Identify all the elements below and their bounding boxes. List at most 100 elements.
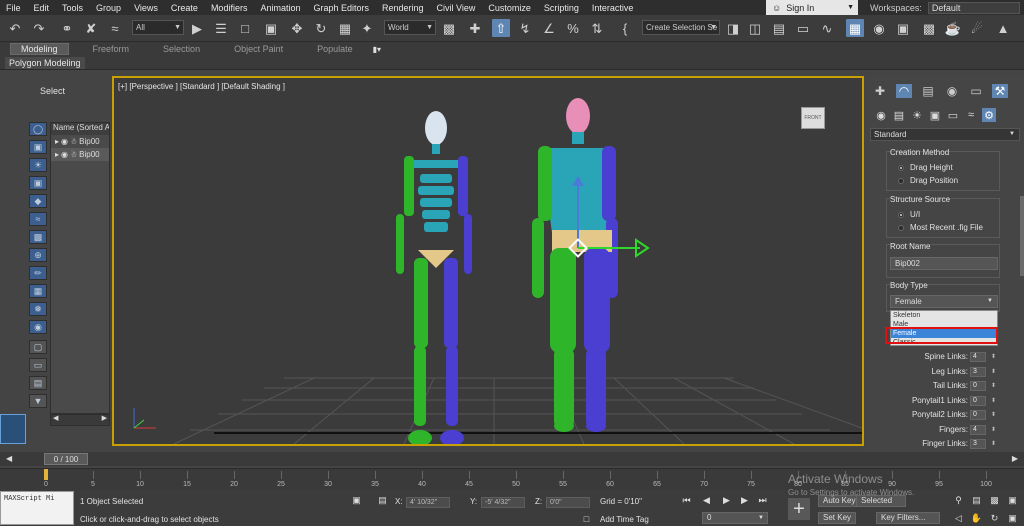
menu-item[interactable]: Group — [90, 3, 128, 13]
menu-item[interactable]: Graph Editors — [307, 3, 376, 13]
percent-snap-icon[interactable]: % — [564, 19, 582, 37]
x-coordinate[interactable]: 4' 10/32" — [406, 497, 450, 508]
invert-display-icon[interactable]: ▭ — [29, 358, 47, 372]
display-lights-icon[interactable]: ☀ — [29, 158, 47, 172]
ribbon-tab[interactable]: Object Paint — [224, 44, 293, 54]
render-setup-icon[interactable]: ▣ — [894, 19, 912, 37]
drag-height-radio[interactable] — [898, 165, 904, 171]
ribbon-tab[interactable]: Populate — [307, 44, 363, 54]
display-shapes-icon[interactable]: ▣ — [29, 140, 47, 154]
bind-space-warp-icon[interactable]: ≈ — [106, 19, 124, 37]
spinner-arrows-icon[interactable]: ⬍ — [991, 353, 996, 360]
lights-icon[interactable]: ☀ — [910, 108, 924, 122]
category-dropdown[interactable]: Standard ▼ — [870, 128, 1020, 141]
display-spacewarps-icon[interactable]: ≈ — [29, 212, 47, 226]
spinner-arrows-icon[interactable]: ⬍ — [991, 426, 996, 433]
sign-in-button[interactable]: ☺ Sign In ▼ — [766, 0, 858, 15]
spinner-value[interactable]: 4 — [970, 424, 986, 435]
placement-icon[interactable]: ✦ — [358, 19, 376, 37]
command-panel-scrollbar[interactable] — [1020, 196, 1024, 276]
spinner-snap-icon[interactable]: ⇅ — [588, 19, 606, 37]
helpers-icon[interactable]: ▭ — [946, 108, 960, 122]
min-max-toggle-icon[interactable]: ▣ — [1006, 512, 1019, 525]
unlink-icon[interactable]: ✘ — [82, 19, 100, 37]
display-none-icon[interactable]: ▢ — [29, 340, 47, 354]
zoom-extents-icon[interactable]: ▩ — [988, 494, 1001, 507]
pan-icon[interactable]: ✋ — [970, 512, 983, 525]
ribbon-options-icon[interactable]: ▮▾ — [373, 45, 381, 54]
workspace-select[interactable]: Default — [927, 1, 1020, 14]
display-bones-icon[interactable]: ✏ — [29, 266, 47, 280]
select-object-icon[interactable]: ▶ — [188, 19, 206, 37]
root-name-field[interactable]: Bip002 — [890, 257, 998, 270]
curve-editor-icon[interactable]: ∿ — [818, 19, 836, 37]
rotate-icon[interactable]: ↻ — [312, 19, 330, 37]
display-xrefs-icon[interactable]: ⊕ — [29, 248, 47, 262]
set-key-icon[interactable]: + — [788, 498, 810, 520]
menu-item[interactable]: Edit — [28, 3, 57, 13]
maximize-viewport-icon[interactable]: ▣ — [1006, 494, 1019, 507]
y-coordinate[interactable]: -5' 4/32" — [481, 497, 525, 508]
ribbon-tab[interactable]: Selection — [153, 44, 210, 54]
spinner-arrows-icon[interactable]: ⬍ — [991, 368, 996, 375]
menu-item[interactable]: Interactive — [586, 3, 641, 13]
key-filters-button[interactable]: Key Filters... — [876, 512, 940, 524]
scene-list-scrollbar[interactable]: ◀ ▶ — [50, 414, 110, 426]
add-time-tag[interactable]: Add Time Tag — [600, 515, 649, 524]
space-warps-icon[interactable]: ≈ — [964, 108, 978, 122]
current-frame-marker[interactable] — [44, 469, 48, 480]
list-item[interactable]: ▸ ◉ ☃ Bip00 — [51, 148, 109, 161]
menu-item[interactable]: File — [0, 3, 28, 13]
scroll-left-icon[interactable]: ◀ — [53, 414, 58, 422]
maxscript-listener[interactable]: MAXScript Mi — [0, 491, 74, 525]
schematic-view-icon[interactable]: ▦ — [846, 19, 864, 37]
align-icon[interactable]: ◫ — [746, 19, 764, 37]
previous-frame-icon[interactable]: ◀ — [700, 494, 713, 507]
display-all-icon[interactable]: ◉ — [29, 320, 47, 334]
mirror-icon[interactable]: ◨ — [724, 19, 742, 37]
ribbon-tab[interactable]: Freeform — [83, 44, 140, 54]
field-of-view-icon[interactable]: ◁ — [952, 512, 965, 525]
menu-item[interactable]: Views — [128, 3, 165, 13]
z-coordinate[interactable]: 0'0" — [546, 497, 590, 508]
render-iterative-icon[interactable]: ☄ — [968, 19, 986, 37]
display-cameras-icon[interactable]: ▣ — [29, 176, 47, 190]
ui-radio[interactable] — [898, 212, 904, 218]
create-tab-icon[interactable]: ✚ — [872, 84, 888, 98]
display-containers-icon[interactable]: ▦ — [29, 284, 47, 298]
render-production-icon[interactable]: ☕ — [944, 19, 962, 37]
play-icon[interactable]: ▶ — [720, 494, 733, 507]
scale-icon[interactable]: ▦ — [336, 19, 354, 37]
spinner-arrows-icon[interactable]: ⬍ — [991, 411, 996, 418]
body-type-dropdown[interactable]: Female ▼ — [890, 295, 998, 308]
spinner-value[interactable]: 0 — [970, 381, 986, 391]
expand-arrow-icon[interactable]: ▸ — [55, 137, 59, 146]
snaps-toggle-icon[interactable]: ↯ — [516, 19, 534, 37]
select-manipulate-icon[interactable]: ✚ — [466, 19, 484, 37]
angle-snap-icon[interactable]: ∠ — [540, 19, 558, 37]
display-helpers-icon[interactable]: ◆ — [29, 194, 47, 208]
spinner-value[interactable]: 3 — [970, 439, 986, 449]
set-key-button[interactable]: Set Key — [818, 512, 857, 524]
eye-icon[interactable]: ◉ — [61, 150, 68, 159]
keyboard-shortcut-override-icon[interactable]: ⇧ — [492, 19, 510, 37]
absolute-mode-icon[interactable]: ▤ — [376, 494, 389, 507]
window-crossing-icon[interactable]: ▣ — [262, 19, 280, 37]
filter-settings-icon[interactable]: ▤ — [29, 376, 47, 390]
modify-tab-icon[interactable]: ◠ — [896, 84, 912, 98]
go-to-end-icon[interactable]: ⏭ — [756, 494, 769, 507]
menu-item[interactable]: Tools — [56, 3, 90, 13]
display-groups-icon[interactable]: ▩ — [29, 230, 47, 244]
spinner-arrows-icon[interactable]: ⬍ — [991, 397, 996, 404]
pivot-center-icon[interactable]: ▩ — [440, 19, 458, 37]
time-slider-track[interactable]: ◀ ▶ — [0, 452, 1024, 466]
cameras-icon[interactable]: ▣ — [928, 108, 942, 122]
spinner-value[interactable]: 3 — [970, 366, 986, 377]
shapes-icon[interactable]: ▤ — [892, 108, 906, 122]
scene-explorer-select-menu[interactable]: Select — [40, 86, 65, 96]
systems-icon[interactable]: ⚙ — [982, 108, 996, 122]
time-tag-icon[interactable]: □ — [580, 512, 593, 525]
next-frame-icon[interactable]: ▶ — [738, 494, 751, 507]
funnel-icon[interactable]: ▼ — [29, 394, 47, 408]
go-to-start-icon[interactable]: ⏮ — [680, 494, 693, 507]
